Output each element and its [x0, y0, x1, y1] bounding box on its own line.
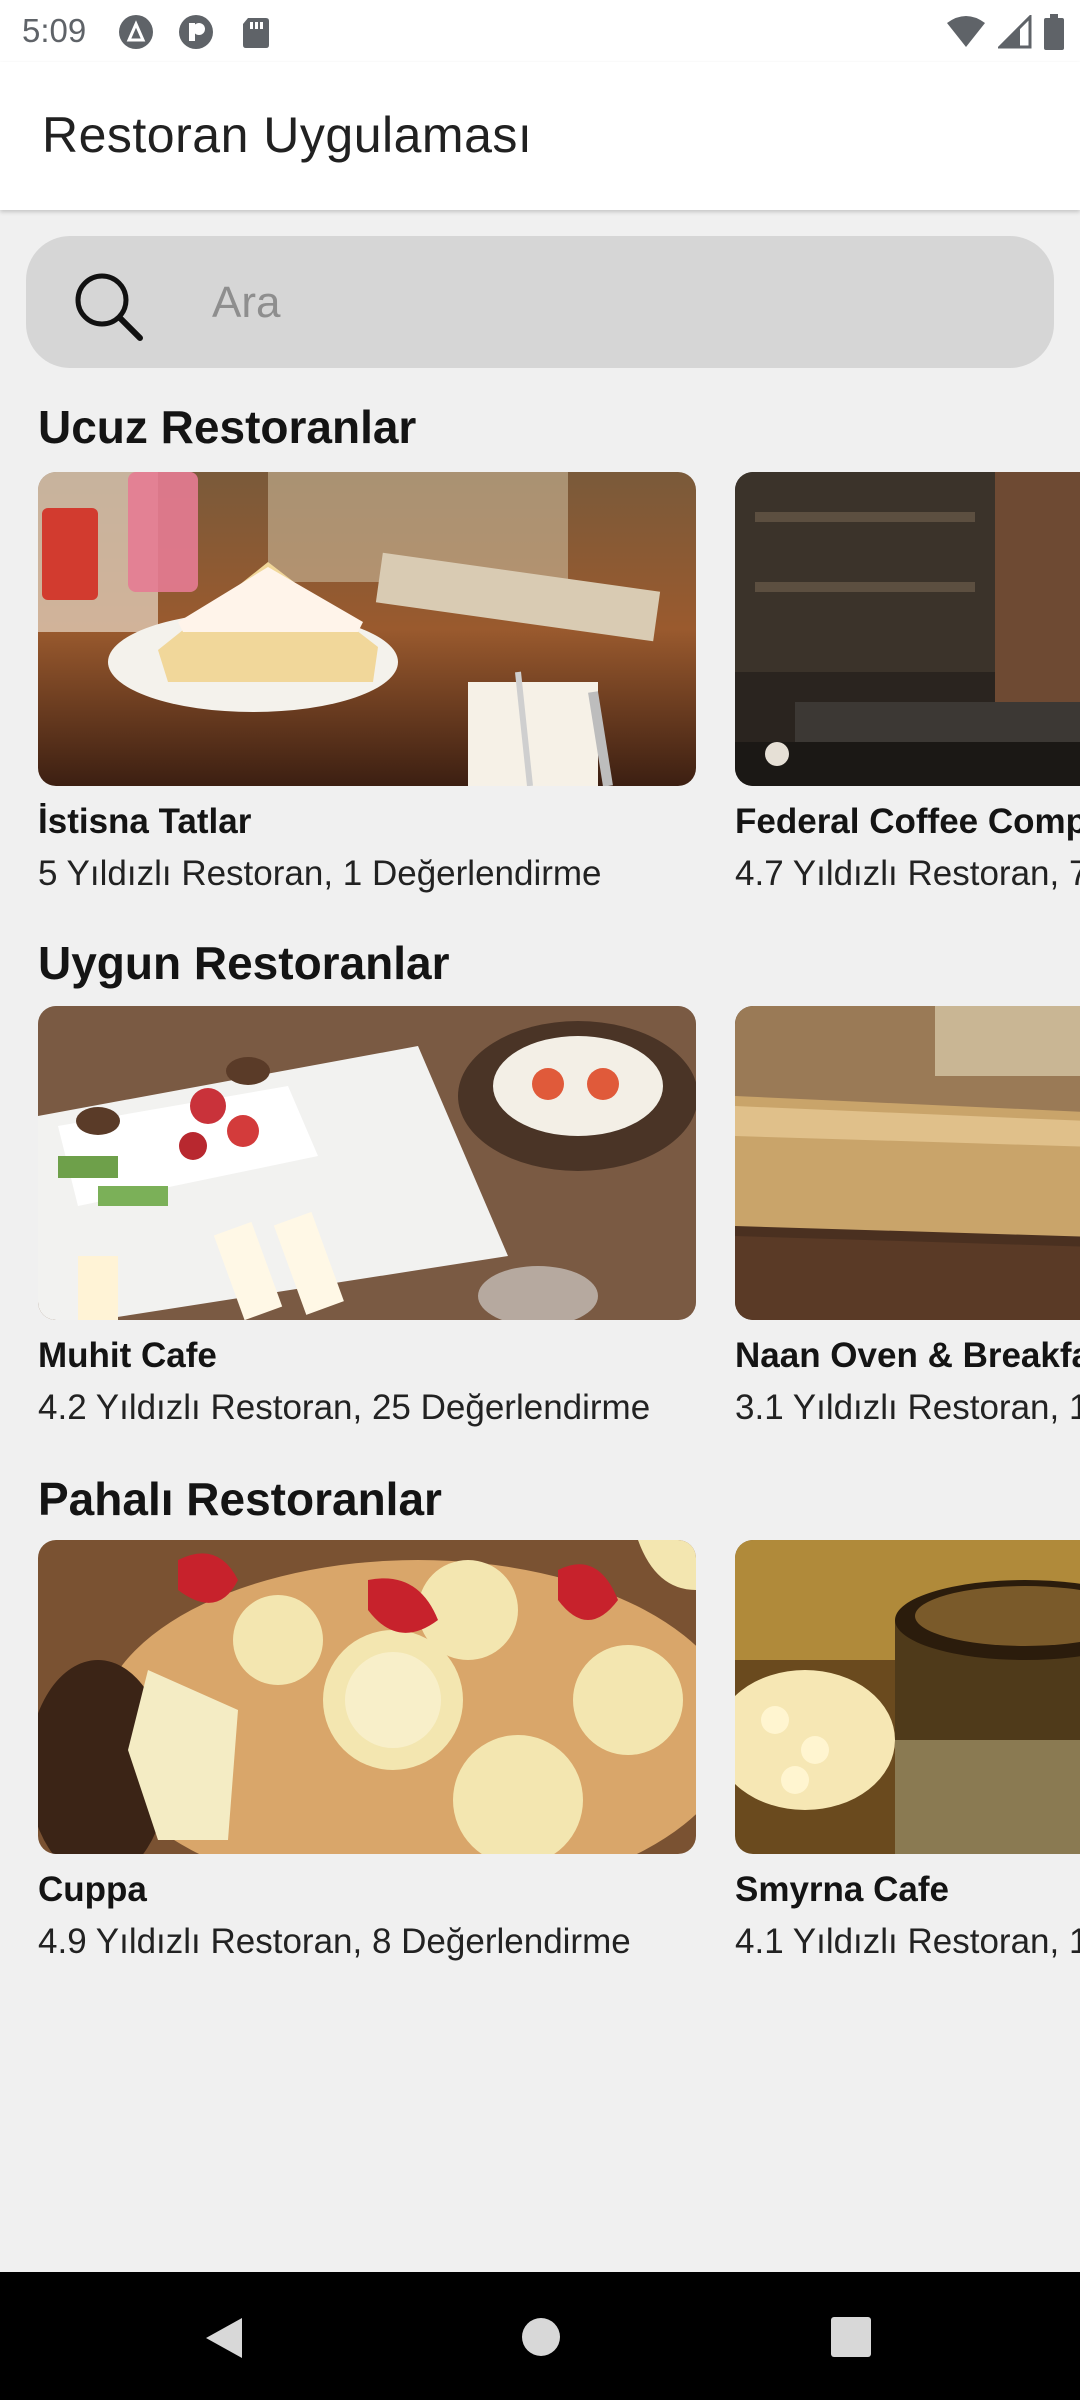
section-title: Ucuz Restoranlar [38, 401, 417, 453]
restaurant-card[interactable]: İstisna Tatlar 5 Yıldızlı Restoran, 1 De… [38, 472, 696, 893]
restaurant-card[interactable]: Federal Coffee Company 4.7 Yıldızlı Rest… [735, 472, 1080, 893]
restaurant-photo [38, 472, 696, 786]
restaurant-name: Muhit Cafe [38, 1336, 217, 1375]
section-title: Uygun Restoranlar [38, 937, 450, 989]
card-carousel[interactable]: Cuppa 4.9 Yıldızlı Restoran, 8 Değerlend… [0, 1540, 1080, 2000]
restaurant-card[interactable]: Smyrna Cafe 4.1 Yıldızlı Restoran, 1 Değ… [735, 1540, 1080, 1961]
app-title: Restoran Uygulaması [42, 107, 533, 163]
wifi-icon [947, 16, 985, 47]
restaurant-photo [735, 1006, 1080, 1320]
restaurant-rating: 5 Yıldızlı Restoran, 1 Değerlendirme [38, 854, 602, 893]
restaurant-rating: 4.2 Yıldızlı Restoran, 25 Değerlendirme [38, 1388, 651, 1427]
card-carousel[interactable]: İstisna Tatlar 5 Yıldızlı Restoran, 1 De… [0, 472, 1080, 932]
sd-card-icon [243, 18, 269, 48]
restaurant-rating: 4.7 Yıldızlı Restoran, 7 Değerlendirme [735, 854, 1080, 893]
search-input[interactable] [210, 272, 1014, 334]
restaurant-photo [735, 1540, 1080, 1854]
home-icon[interactable] [520, 2316, 562, 2358]
restaurant-name: Naan Oven & Breakfast [735, 1336, 1080, 1375]
restaurant-rating: 3.1 Yıldızlı Restoran, 1 Değerlendirme [735, 1388, 1080, 1427]
restaurant-name: Smyrna Cafe [735, 1870, 949, 1909]
system-nav-bar [0, 2272, 1080, 2400]
restaurant-name: İstisna Tatlar [38, 802, 252, 841]
restaurant-card[interactable]: Cuppa 4.9 Yıldızlı Restoran, 8 Değerlend… [38, 1540, 696, 1961]
restaurant-name: Cuppa [38, 1870, 147, 1909]
restaurant-photo [735, 472, 1080, 786]
section-title: Pahalı Restoranlar [38, 1473, 442, 1525]
restaurant-rating: 4.1 Yıldızlı Restoran, 1 Değerlendirme [735, 1922, 1080, 1961]
restaurant-card[interactable]: Muhit Cafe 4.2 Yıldızlı Restoran, 25 Değ… [38, 1006, 696, 1427]
search-icon [75, 273, 143, 341]
card-carousel[interactable]: Muhit Cafe 4.2 Yıldızlı Restoran, 25 Değ… [0, 1006, 1080, 1466]
back-icon[interactable] [202, 2316, 246, 2360]
recents-icon[interactable] [830, 2316, 872, 2358]
search-bar[interactable] [26, 236, 1054, 368]
signal-icon [998, 15, 1032, 49]
restaurant-photo [38, 1006, 696, 1320]
p-badge-icon [179, 15, 213, 49]
a-badge-icon [119, 15, 153, 49]
status-bar: 5:09 [0, 0, 1080, 62]
app-bar: Restoran Uygulaması [0, 62, 1080, 210]
battery-icon [1044, 14, 1064, 50]
restaurant-card[interactable]: Naan Oven & Breakfast 3.1 Yıldızlı Resto… [735, 1006, 1080, 1427]
restaurant-name: Federal Coffee Company [735, 802, 1080, 841]
restaurant-rating: 4.9 Yıldızlı Restoran, 8 Değerlendirme [38, 1922, 631, 1961]
restaurant-photo [38, 1540, 696, 1854]
status-time: 5:09 [22, 12, 87, 49]
